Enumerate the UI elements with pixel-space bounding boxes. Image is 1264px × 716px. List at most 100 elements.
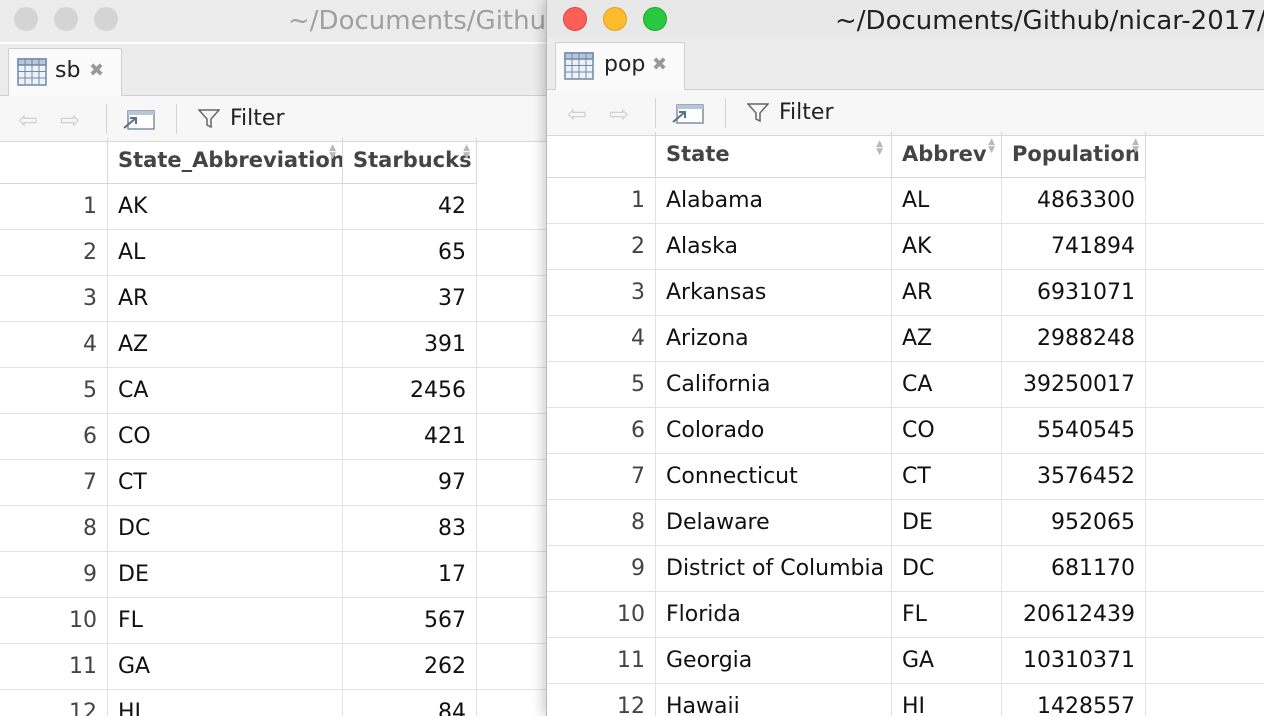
table-row[interactable]: 3 Arkansas AR 6931071 — [547, 270, 1264, 316]
row-number-cell[interactable]: 1 — [0, 184, 108, 230]
abbrev-cell[interactable]: AL — [892, 178, 1002, 224]
filter-button[interactable]: Filter — [230, 106, 284, 131]
minimize-button[interactable] — [54, 7, 78, 31]
table-row[interactable]: 5 California CA 39250017 — [547, 362, 1264, 408]
state-abbreviation-cell[interactable]: CT — [108, 460, 343, 506]
state-abbreviation-cell[interactable]: AK — [108, 184, 343, 230]
row-number-cell[interactable]: 12 — [547, 684, 656, 716]
state-abbreviation-cell[interactable]: AR — [108, 276, 343, 322]
state-abbreviation-cell[interactable]: DE — [108, 552, 343, 598]
abbrev-cell[interactable]: DC — [892, 546, 1002, 592]
population-cell[interactable]: 2988248 — [1002, 316, 1146, 362]
table-row[interactable]: 6 Colorado CO 5540545 — [547, 408, 1264, 454]
tab-sb[interactable]: sb ✖ — [8, 48, 122, 96]
population-cell[interactable]: 681170 — [1002, 546, 1146, 592]
sort-arrows-icon[interactable]: ▲ ▼ — [988, 138, 995, 155]
population-cell[interactable]: 10310371 — [1002, 638, 1146, 684]
population-cell[interactable]: 1428557 — [1002, 684, 1146, 716]
back-arrow-icon[interactable]: ⇦ — [18, 106, 38, 134]
abbrev-cell[interactable]: AK — [892, 224, 1002, 270]
state-cell[interactable]: Arizona — [656, 316, 892, 362]
state-cell[interactable]: Arkansas — [656, 270, 892, 316]
population-cell[interactable]: 39250017 — [1002, 362, 1146, 408]
table-row[interactable]: 2 Alaska AK 741894 — [547, 224, 1264, 270]
population-cell[interactable]: 20612439 — [1002, 592, 1146, 638]
state-abbreviation-cell[interactable]: AL — [108, 230, 343, 276]
minimize-button[interactable] — [603, 7, 627, 31]
column-header-abbrev[interactable]: Abbrev ▲ ▼ — [892, 132, 1002, 178]
abbrev-cell[interactable]: FL — [892, 592, 1002, 638]
back-arrow-icon[interactable]: ⇦ — [567, 100, 587, 128]
state-cell[interactable]: Alaska — [656, 224, 892, 270]
table-row[interactable]: 8 Delaware DE 952065 — [547, 500, 1264, 546]
sb-titlebar[interactable]: ~/Documents/Github/ — [0, 0, 546, 42]
row-number-cell[interactable]: 8 — [547, 500, 656, 546]
abbrev-cell[interactable]: CA — [892, 362, 1002, 408]
starbucks-cell[interactable]: 37 — [343, 276, 477, 322]
table-row[interactable]: 9 DE 17 — [0, 552, 546, 598]
table-row[interactable]: 2 AL 65 — [0, 230, 546, 276]
table-row[interactable]: 9 District of Columbia DC 681170 — [547, 546, 1264, 592]
forward-arrow-icon[interactable]: ⇨ — [60, 106, 80, 134]
state-cell[interactable]: Delaware — [656, 500, 892, 546]
maximize-button[interactable] — [94, 7, 118, 31]
row-number-cell[interactable]: 9 — [0, 552, 108, 598]
starbucks-cell[interactable]: 2456 — [343, 368, 477, 414]
table-row[interactable]: 8 DC 83 — [0, 506, 546, 552]
state-abbreviation-cell[interactable]: AZ — [108, 322, 343, 368]
filter-button[interactable]: Filter — [779, 100, 833, 125]
row-number-cell[interactable]: 12 — [0, 690, 108, 716]
population-cell[interactable]: 5540545 — [1002, 408, 1146, 454]
abbrev-cell[interactable]: DE — [892, 500, 1002, 546]
close-button[interactable] — [14, 7, 38, 31]
row-number-cell[interactable]: 11 — [0, 644, 108, 690]
table-row[interactable]: 1 Alabama AL 4863300 — [547, 178, 1264, 224]
population-cell[interactable]: 4863300 — [1002, 178, 1146, 224]
table-row[interactable]: 7 CT 97 — [0, 460, 546, 506]
row-number-cell[interactable]: 8 — [0, 506, 108, 552]
state-cell[interactable]: District of Columbia — [656, 546, 892, 592]
table-row[interactable]: 1 AK 42 — [0, 184, 546, 230]
state-abbreviation-cell[interactable]: CA — [108, 368, 343, 414]
tab-pop[interactable]: pop ✖ — [555, 42, 685, 90]
popout-window-icon[interactable] — [122, 106, 158, 136]
state-cell[interactable]: Alabama — [656, 178, 892, 224]
row-number-cell[interactable]: 2 — [547, 224, 656, 270]
state-cell[interactable]: Georgia — [656, 638, 892, 684]
sort-arrows-icon[interactable]: ▲ ▼ — [876, 140, 883, 157]
close-tab-icon[interactable]: ✖ — [89, 60, 104, 81]
population-cell[interactable]: 741894 — [1002, 224, 1146, 270]
state-cell[interactable]: California — [656, 362, 892, 408]
table-row[interactable]: 12 HI 84 — [0, 690, 546, 716]
starbucks-cell[interactable]: 391 — [343, 322, 477, 368]
table-row[interactable]: 7 Connecticut CT 3576452 — [547, 454, 1264, 500]
table-row[interactable]: 5 CA 2456 — [0, 368, 546, 414]
state-cell[interactable]: Hawaii — [656, 684, 892, 716]
column-header-starbucks[interactable]: Starbucks ▲ ▼ — [343, 138, 477, 184]
row-number-cell[interactable]: 10 — [547, 592, 656, 638]
close-button[interactable] — [563, 7, 587, 31]
row-number-cell[interactable]: 3 — [547, 270, 656, 316]
sort-arrows-icon[interactable]: ▲ ▼ — [1132, 138, 1139, 155]
abbrev-cell[interactable]: AR — [892, 270, 1002, 316]
starbucks-cell[interactable]: 17 — [343, 552, 477, 598]
pop-titlebar[interactable]: ~/Documents/Github/nicar-2017/re — [547, 0, 1264, 42]
state-cell[interactable]: Connecticut — [656, 454, 892, 500]
abbrev-cell[interactable]: CT — [892, 454, 1002, 500]
table-row[interactable]: 11 Georgia GA 10310371 — [547, 638, 1264, 684]
starbucks-cell[interactable]: 84 — [343, 690, 477, 716]
population-cell[interactable]: 3576452 — [1002, 454, 1146, 500]
row-number-cell[interactable]: 4 — [0, 322, 108, 368]
row-number-cell[interactable]: 5 — [0, 368, 108, 414]
filter-icon[interactable] — [746, 103, 770, 127]
table-row[interactable]: 3 AR 37 — [0, 276, 546, 322]
row-number-cell[interactable]: 11 — [547, 638, 656, 684]
column-header-state[interactable]: State ▲ ▼ — [656, 132, 892, 178]
row-number-cell[interactable]: 10 — [0, 598, 108, 644]
filter-icon[interactable] — [197, 109, 221, 133]
maximize-button[interactable] — [643, 7, 667, 31]
table-row[interactable]: 4 Arizona AZ 2988248 — [547, 316, 1264, 362]
popout-window-icon[interactable] — [671, 100, 707, 130]
table-row[interactable]: 4 AZ 391 — [0, 322, 546, 368]
row-number-cell[interactable]: 4 — [547, 316, 656, 362]
